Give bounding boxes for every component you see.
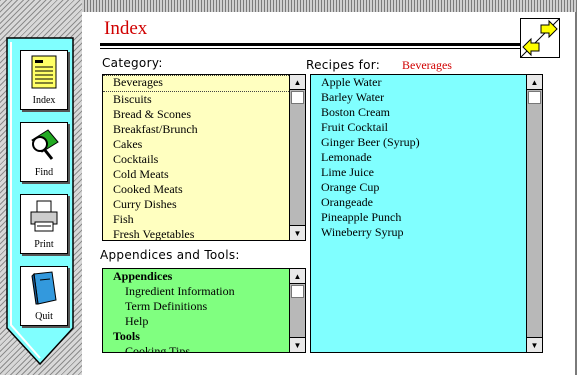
category-items: Beverages Biscuits Bread & Scones Breakfast…	[103, 75, 289, 240]
appendix-item[interactable]: Cooking Tips	[103, 344, 289, 352]
top-border	[0, 0, 577, 12]
scroll-down-arrow-icon[interactable]: ▼	[290, 225, 305, 240]
recipe-item[interactable]: Orangeade	[311, 195, 526, 210]
page-arrows-icon[interactable]	[520, 18, 560, 58]
appendix-heading[interactable]: Appendices	[103, 269, 289, 284]
page-title: Index	[104, 18, 148, 39]
scroll-thumb[interactable]	[291, 91, 304, 104]
category-label: Category:	[102, 56, 163, 70]
recipe-item[interactable]: Pineapple Punch	[311, 210, 526, 225]
recipes-label: Recipes for:	[306, 58, 381, 72]
index-button-label: Index	[32, 95, 56, 106]
scroll-up-arrow-icon[interactable]: ▲	[290, 269, 305, 284]
appendix-heading[interactable]: Tools	[103, 329, 289, 344]
index-book-icon	[31, 55, 57, 89]
page-nav-box	[520, 18, 560, 58]
tool-panel: Index Find Print Quit	[5, 36, 75, 366]
recipe-item[interactable]: Barley Water	[311, 90, 526, 105]
recipe-item[interactable]: Orange Cup	[311, 180, 526, 195]
closed-book-icon	[31, 271, 57, 305]
recipes-category: Beverages	[402, 58, 452, 72]
find-button[interactable]: Find	[20, 122, 68, 182]
scroll-thumb[interactable]	[291, 285, 304, 298]
scroll-up-arrow-icon[interactable]: ▲	[290, 75, 305, 90]
category-item[interactable]: Cocktails	[103, 152, 289, 167]
title-rule-thin	[100, 48, 520, 49]
scroll-down-arrow-icon[interactable]: ▼	[527, 337, 542, 352]
category-item[interactable]: Cakes	[103, 137, 289, 152]
appendix-item[interactable]: Help	[103, 314, 289, 329]
quit-button[interactable]: Quit	[20, 266, 68, 326]
category-item[interactable]: Cooked Meats	[103, 182, 289, 197]
main-area: Index Category: Beverages Biscuits Bread &…	[82, 12, 577, 375]
printer-icon	[30, 200, 58, 232]
recipe-item[interactable]: Lemonade	[311, 150, 526, 165]
recipes-list[interactable]: Apple Water Barley Water Boston Cream Fruit…	[310, 74, 543, 353]
recipe-item[interactable]: Fruit Cocktail	[311, 120, 526, 135]
category-scrollbar[interactable]: ▲ ▼	[289, 75, 305, 240]
category-item[interactable]: Breakfast/Brunch	[103, 122, 289, 137]
category-item[interactable]: Fresh Vegetables	[103, 227, 289, 240]
category-item[interactable]: Curry Dishes	[103, 197, 289, 212]
category-list[interactable]: Beverages Biscuits Bread & Scones Breakfast…	[102, 74, 306, 241]
scroll-down-arrow-icon[interactable]: ▼	[290, 337, 305, 352]
index-button[interactable]: Index	[20, 50, 68, 110]
recipe-item[interactable]: Boston Cream	[311, 105, 526, 120]
recipes-scrollbar[interactable]: ▲ ▼	[526, 75, 542, 352]
scroll-up-arrow-icon[interactable]: ▲	[527, 75, 542, 90]
appendix-item[interactable]: Term Definitions	[103, 299, 289, 314]
category-item[interactable]: Fish	[103, 212, 289, 227]
recipes-items: Apple Water Barley Water Boston Cream Fruit…	[311, 75, 526, 352]
category-item[interactable]: Bread & Scones	[103, 107, 289, 122]
quit-button-label: Quit	[35, 311, 53, 322]
appendices-list[interactable]: Appendices Ingredient Information Term Def…	[102, 268, 306, 353]
print-button[interactable]: Print	[20, 194, 68, 254]
recipe-item[interactable]: Lime Juice	[311, 165, 526, 180]
magnifier-icon	[31, 129, 59, 160]
category-item[interactable]: Biscuits	[103, 92, 289, 107]
appendices-items: Appendices Ingredient Information Term Def…	[103, 269, 289, 352]
title-rule	[100, 43, 520, 46]
appendix-item[interactable]: Ingredient Information	[103, 284, 289, 299]
appendices-label: Appendices and Tools:	[100, 248, 240, 262]
recipe-item[interactable]: Wineberry Syrup	[311, 225, 526, 240]
recipe-item[interactable]: Ginger Beer (Syrup)	[311, 135, 526, 150]
scroll-thumb[interactable]	[528, 91, 541, 104]
recipe-item[interactable]: Apple Water	[311, 75, 526, 90]
find-button-label: Find	[34, 167, 54, 178]
appendices-scrollbar[interactable]: ▲ ▼	[289, 269, 305, 352]
category-item[interactable]: Cold Meats	[103, 167, 289, 182]
print-button-label: Print	[34, 239, 54, 250]
category-item[interactable]: Beverages	[103, 75, 289, 92]
